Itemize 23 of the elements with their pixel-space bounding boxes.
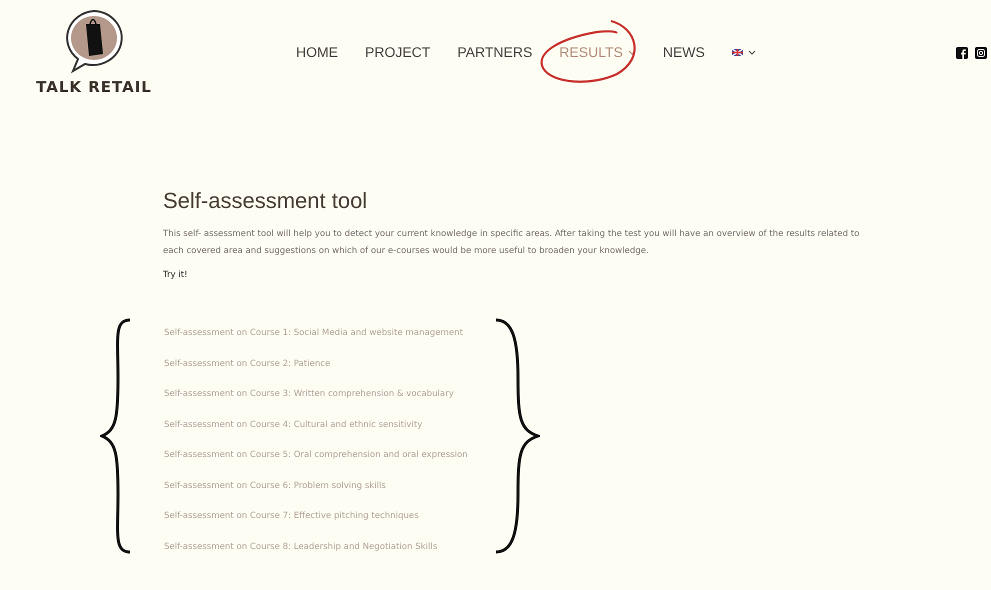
instagram-icon[interactable] — [975, 47, 987, 59]
flag-icon — [732, 48, 743, 56]
intro-paragraph: This self- assessment tool will help you to detect your current knowledge in specific areas. After taking the test you will have an overview of the results related to each covered area and suggestions on which of our e-courses would be more useful to broaden your knowledge. — [163, 228, 860, 258]
nav-link[interactable]: PROJECT — [365, 44, 430, 60]
page-heading: Self-assessment tool — [163, 188, 368, 214]
nav-link[interactable]: HOME — [296, 44, 338, 60]
facebook-icon[interactable] — [956, 47, 968, 59]
course-link[interactable]: Self-assessment on Course 6: Problem solving skills — [164, 480, 494, 511]
nav-link[interactable]: RESULTS — [559, 44, 636, 60]
course-link[interactable]: Self-assessment on Course 1: Social Media and website management — [164, 328, 494, 358]
course-link[interactable]: Self-assessment on Course 4: Cultural and ethnic sensitivity — [164, 420, 494, 450]
course-link[interactable]: Self-assessment on Course 8: Leadership and Negotiation Skills — [164, 542, 494, 572]
logo-text: TALK RETAIL — [36, 78, 152, 96]
chevron-down-icon — [628, 50, 636, 54]
course-link[interactable]: Self-assessment on Course 2: Patience — [164, 358, 494, 389]
language-selector[interactable] — [732, 48, 756, 56]
nav-link[interactable]: NEWS — [662, 44, 705, 60]
chevron-down-icon — [748, 50, 756, 54]
nav-link[interactable]: PARTNERS — [457, 44, 532, 60]
course-link[interactable]: Self-assessment on Course 7: Effective pitching techniques — [164, 511, 494, 542]
course-link[interactable]: Self-assessment on Course 3: Written comprehension & vocabulary — [164, 389, 494, 420]
course-link[interactable]: Self-assessment on Course 5: Oral comprehension and oral expression — [164, 450, 494, 480]
try-it-text: Try it! — [163, 270, 189, 280]
